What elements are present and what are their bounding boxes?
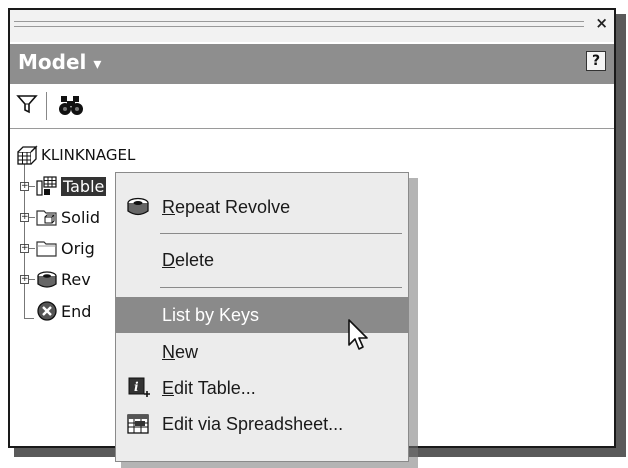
tree-connector — [29, 186, 35, 187]
menu-item-label-rest: ew — [175, 341, 199, 362]
expand-icon[interactable]: + — [20, 244, 29, 253]
tree-item-label: Orig — [61, 238, 95, 258]
expand-icon[interactable]: + — [20, 213, 29, 222]
menu-item-repeat-revolve[interactable]: Repeat Revolve — [116, 190, 408, 224]
menu-item-label-rest: elete — [175, 249, 215, 270]
menu-separator — [160, 233, 402, 234]
model-dropdown-label: Model — [18, 50, 87, 74]
tree-item-end-of-part[interactable]: End — [36, 299, 91, 323]
close-icon[interactable]: × — [595, 14, 608, 32]
menu-item-label: Edit Table... — [162, 378, 256, 399]
part-icon — [17, 145, 38, 165]
solid-bodies-icon — [36, 210, 57, 226]
tree-item-table[interactable]: Table — [36, 174, 107, 198]
tree-connector — [29, 279, 35, 280]
tree-root-label: KLINKNAGEL — [41, 146, 136, 164]
tree-item-solid[interactable]: Solid — [36, 205, 100, 229]
origin-folder-icon — [36, 241, 57, 257]
menu-item-label-rest: dit Table... — [174, 377, 256, 398]
tree-item-label: End — [61, 301, 92, 321]
filter-icon[interactable] — [16, 93, 38, 115]
tree-connector — [29, 248, 35, 249]
spreadsheet-icon — [127, 414, 149, 434]
expand-icon[interactable]: + — [20, 182, 29, 191]
tree-root-klinknagel[interactable]: KLINKNAGEL — [16, 143, 135, 167]
context-menu: Repeat Revolve Delete List by Keys New i… — [115, 172, 409, 462]
toolbar-separator — [46, 92, 47, 120]
menu-item-label: New — [162, 342, 198, 363]
model-dropdown[interactable]: Model ▾ — [18, 50, 101, 74]
accelerator-key: R — [162, 196, 175, 217]
end-of-part-icon — [37, 301, 57, 321]
panel-titlebar[interactable]: × — [10, 10, 614, 42]
menu-item-label: List by Keys — [162, 304, 260, 325]
browser-toolbar — [10, 84, 614, 128]
browser-header: Model ▾ ? — [10, 44, 614, 84]
menu-separator — [160, 287, 402, 288]
menu-item-edit-via-spreadsheet[interactable]: Edit via Spreadsheet... — [116, 407, 408, 441]
accelerator-key: E — [162, 377, 175, 398]
menu-item-label-rest: epeat Revolve — [175, 196, 291, 217]
tree-item-label: Solid — [61, 207, 100, 227]
menu-item-label: Edit via Spreadsheet... — [162, 413, 344, 434]
titlebar-grip-line — [14, 26, 584, 27]
titlebar-grip-line — [14, 21, 584, 22]
accelerator-key: N — [162, 341, 175, 362]
tree-item-label: Table — [61, 176, 107, 196]
menu-item-delete[interactable]: Delete — [116, 243, 408, 277]
mouse-pointer-icon — [348, 319, 368, 350]
revolve-icon — [37, 271, 57, 288]
binoculars-icon[interactable] — [58, 93, 84, 117]
menu-item-label: Repeat Revolve — [162, 197, 290, 218]
expand-icon[interactable]: + — [20, 275, 29, 284]
tree-item-origin[interactable]: Orig — [36, 236, 95, 260]
chevron-down-icon: ▾ — [93, 54, 102, 73]
menu-item-label: Delete — [162, 250, 214, 271]
revolve-icon — [127, 197, 149, 216]
edit-table-icon: i — [128, 377, 150, 397]
tree-item-revolve[interactable]: Rev — [36, 267, 91, 291]
tree-item-label: Rev — [61, 269, 91, 289]
accelerator-key: D — [162, 249, 175, 270]
svg-text:i: i — [134, 380, 139, 394]
tree-connector — [24, 318, 34, 319]
help-button[interactable]: ? — [586, 51, 606, 71]
tree-connector — [29, 217, 35, 218]
menu-item-edit-table[interactable]: i Edit Table... — [116, 371, 408, 405]
table-icon — [36, 176, 57, 196]
